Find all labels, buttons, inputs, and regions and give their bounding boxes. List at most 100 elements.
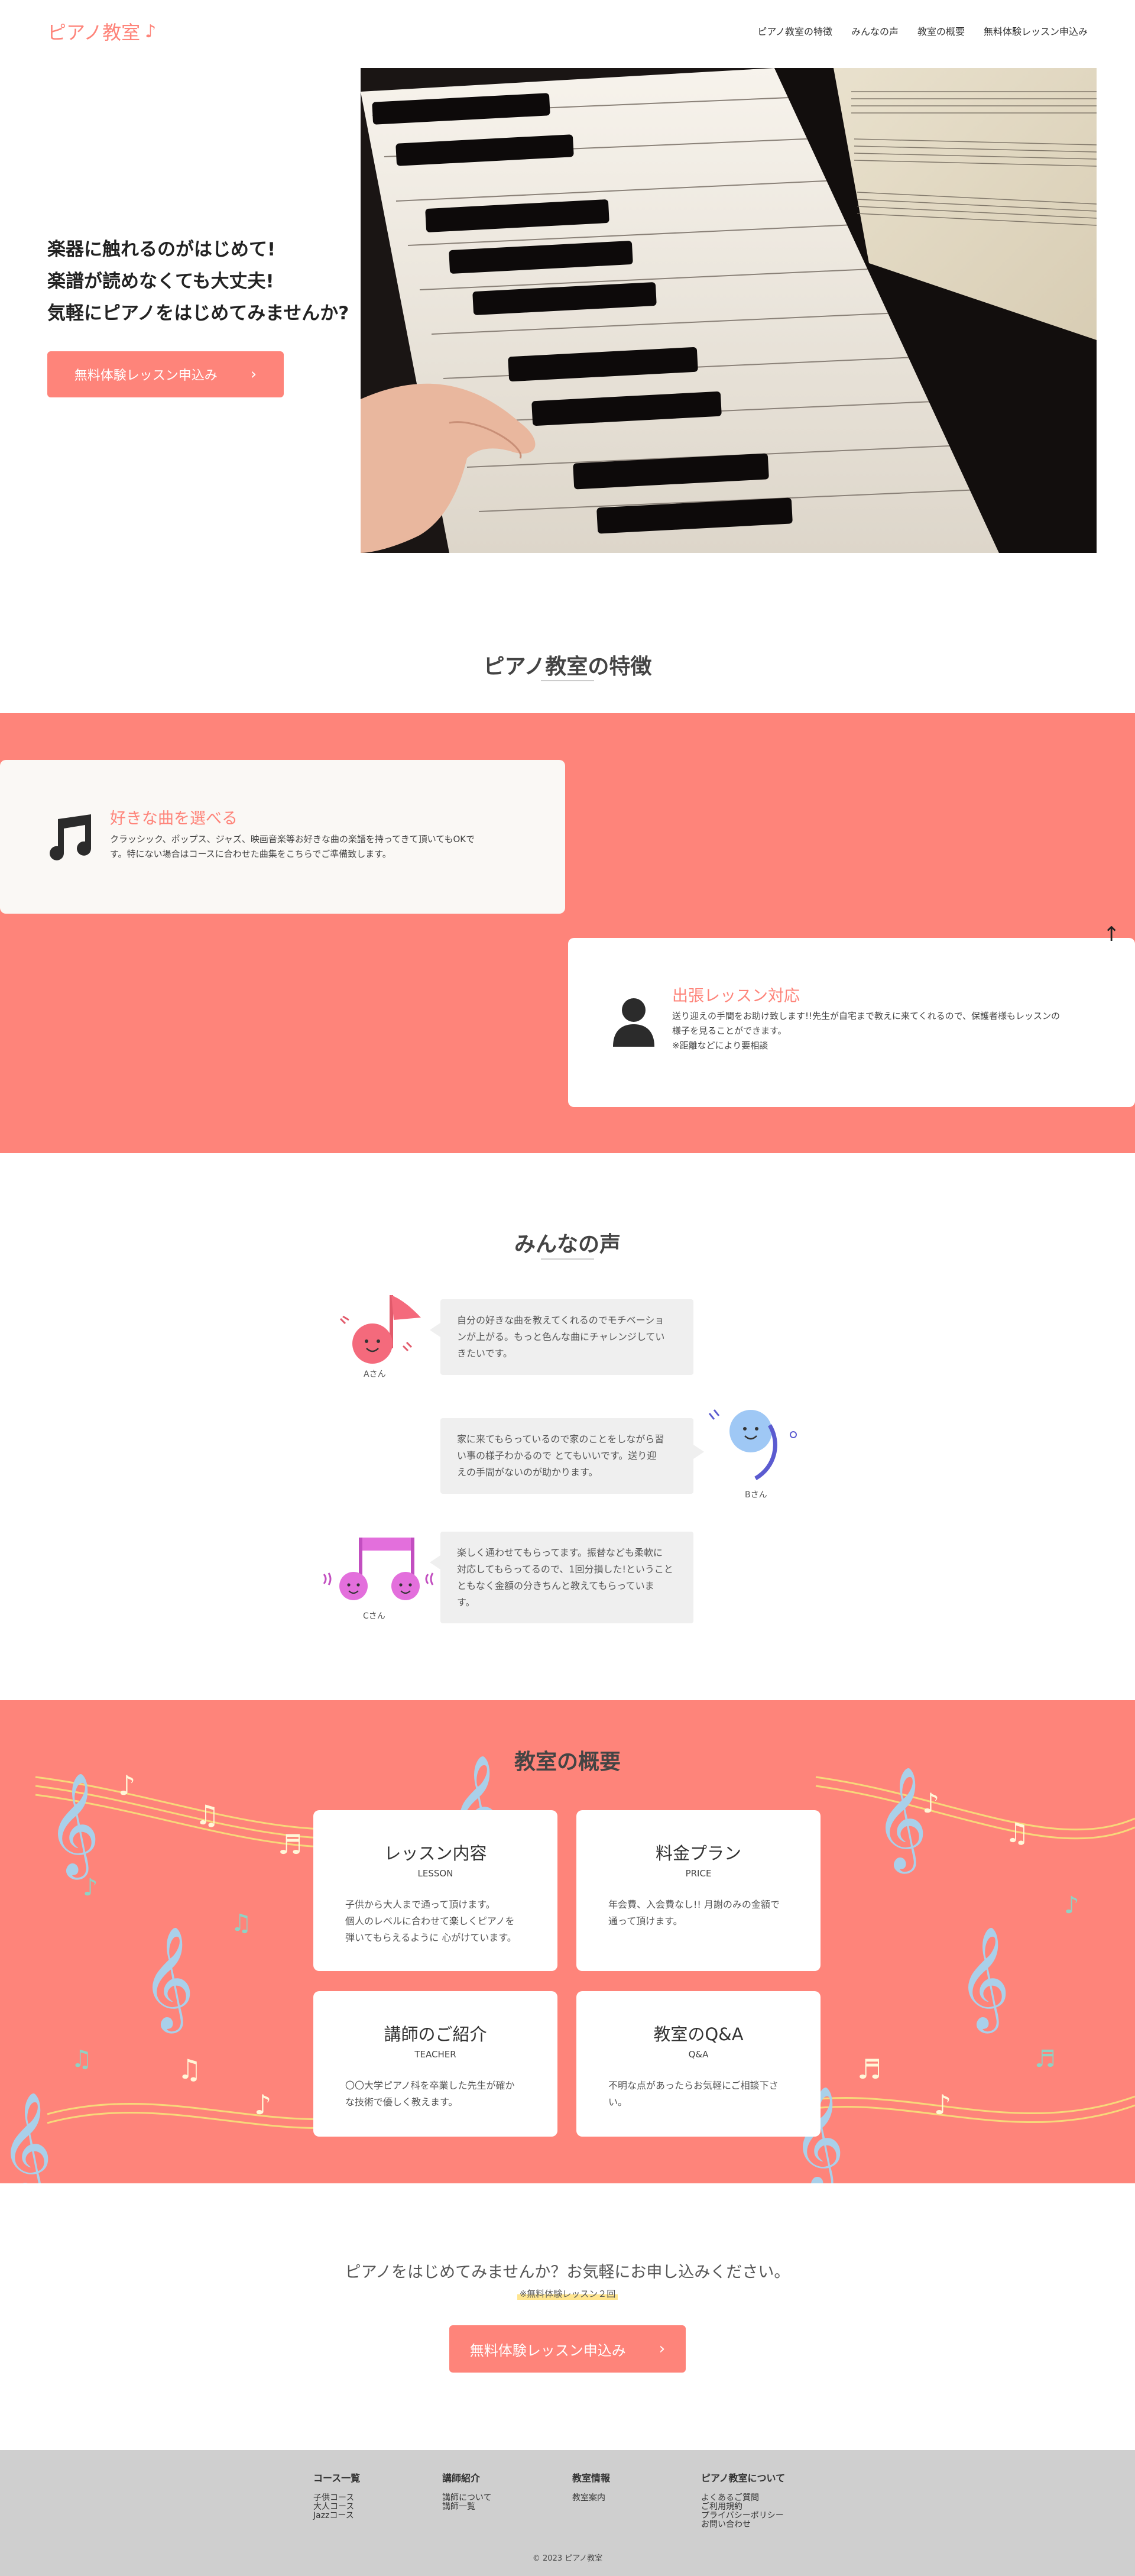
svg-text:𝄞: 𝄞 — [142, 1926, 194, 2034]
card-text: 〇〇大学ピアノ科を卒業した先生が確か な技術で優しく教えます。 — [345, 2077, 526, 2111]
site-header: ピアノ教室 ♪ ピアノ教室の特徴 みんなの声 教室の概要 無料体験レッスン申込み — [0, 0, 1135, 59]
feature-description: 送り迎えの手間をお助け致します!!先生が自宅まで教えに来てくれるので、保護者様も… — [672, 1009, 1060, 1053]
cta-heading: ピアノをはじめてみませんか？お気軽にお申し込みください。 — [345, 2263, 790, 2281]
voice-bubble: 楽しく通わせてもらってます。振替なども柔軟に 対応してもらってるので、1回分損し… — [430, 1532, 693, 1623]
svg-text:♪: ♪ — [1064, 1892, 1079, 1919]
feature-desc-line: ※距離などにより要相談 — [672, 1040, 768, 1051]
card-line: 不明な点があったらお気軽にご相談下さ — [608, 2080, 779, 2091]
cta-note: ※無料体験レッスン２回 — [517, 2287, 618, 2300]
voice-line: 家に来てもらっているので家のことをしながら習 — [457, 1433, 664, 1445]
svg-text:♫: ♫ — [1005, 1817, 1029, 1849]
svg-text:♪: ♪ — [254, 2089, 271, 2121]
footer-heading: 講師紹介 — [442, 2473, 481, 2484]
voices-title-underline — [541, 1258, 594, 1260]
card-line: 〇〇大学ピアノ科を卒業した先生が確か — [345, 2080, 515, 2091]
voice-b-avatar — [703, 1402, 798, 1493]
svg-text:𝄞: 𝄞 — [0, 2092, 53, 2183]
svg-text:𝄞: 𝄞 — [958, 1926, 1010, 2034]
footer-link[interactable]: よくあるご質問 — [701, 2494, 785, 2503]
svg-text:♫: ♫ — [177, 2053, 202, 2085]
footer-link[interactable]: お問い合わせ — [701, 2520, 785, 2529]
music-note-icon: ♪ — [145, 21, 157, 42]
voice-bubble: 自分の好きな曲を教えてくれるのでモチベーショ ンが上がる。もっと色んな曲にチャレ… — [430, 1299, 693, 1375]
nav-link-trial[interactable]: 無料体験レッスン申込み — [984, 24, 1088, 38]
card-line: な技術で優しく教えます。 — [345, 2096, 458, 2108]
voice-line: えの手間がないのが助かります。 — [457, 1467, 598, 1478]
feature-title: 出張レッスン対応 — [672, 987, 800, 1005]
voice-line: きたいです。 — [457, 1348, 513, 1359]
card-line: 子供から大人まで通って頂けます。 — [345, 1899, 495, 1910]
hero-trial-button-label: 無料体験レッスン申込み — [74, 368, 218, 383]
feature-card: 好きな曲を選べる クラッシック、ポップス、ジャズ、映画音楽等お好きな曲の楽譜を持… — [0, 760, 565, 914]
card-subtitle: TEACHER — [414, 2049, 456, 2060]
chevron-right-icon: › — [250, 365, 257, 383]
card-title: 料金プラン — [655, 1843, 741, 1863]
voices-title: みんなの声 — [514, 1232, 621, 1257]
overview-card-teacher: 講師のご紹介 TEACHER 〇〇大学ピアノ科を卒業した先生が確か な技術で優し… — [313, 1991, 557, 2137]
voice-c-avatar — [319, 1532, 437, 1611]
features-section: 好きな曲を選べる クラッシック、ポップス、ジャズ、映画音楽等お好きな曲の楽譜を持… — [0, 713, 1135, 1153]
svg-text:♫: ♫ — [231, 1910, 252, 1937]
features-title: ピアノ教室の特徴 — [483, 655, 652, 679]
site-footer: コース一覧 子供コース 大人コース Jazzコース 講師紹介 講師について 講師… — [0, 2450, 1135, 2576]
card-line: 個人のレベルに合わせて楽しくピアノを — [345, 1915, 515, 1927]
music-note-icon — [44, 814, 93, 864]
svg-text:𝄞: 𝄞 — [47, 1772, 100, 1880]
hero-heading: 楽器に触れるのがはじめて! 楽譜が読めなくても大丈夫! 気軽にピアノをはじめてみ… — [47, 234, 349, 329]
feature-card: 出張レッスン対応 送り迎えの手間をお助け致します!!先生が自宅まで教えに来てくれ… — [568, 938, 1135, 1107]
feature-desc-line: 送り迎えの手間をお助け致します!!先生が自宅まで教えに来てくれるので、保護者様も… — [672, 1011, 1060, 1021]
footer-heading: コース一覧 — [313, 2473, 361, 2484]
svg-text:♬: ♬ — [278, 1829, 302, 1860]
voice-line: す。 — [457, 1597, 475, 1608]
arrow-up-icon[interactable]: ↑ — [1103, 923, 1120, 946]
footer-link[interactable]: 教室案内 — [572, 2494, 610, 2503]
nav-link-voices[interactable]: みんなの声 — [851, 24, 899, 38]
footer-link[interactable]: 子供コース — [313, 2494, 360, 2503]
voice-bubble: 家に来てもらっているので家のことをしながら習 い事の様子わかるので とてもいいで… — [440, 1418, 704, 1494]
footer-heading: ピアノ教室について — [701, 2473, 786, 2484]
card-text: 不明な点があったらお気軽にご相談下さ い。 — [608, 2077, 789, 2111]
svg-text:♪: ♪ — [83, 1874, 98, 1901]
svg-text:♫: ♫ — [195, 1799, 219, 1831]
cta-trial-button[interactable]: 無料体験レッスン申込み › — [449, 2325, 686, 2373]
main-nav: ピアノ教室の特徴 みんなの声 教室の概要 無料体験レッスン申込み — [757, 24, 1088, 38]
footer-link[interactable]: 講師について — [442, 2494, 492, 2503]
footer-link[interactable]: プライバシーポリシー — [701, 2512, 785, 2520]
overview-card-qa: 教室のQ&A Q&A 不明な点があったらお気軽にご相談下さ い。 — [576, 1991, 821, 2137]
card-subtitle: Q&A — [688, 2049, 709, 2060]
feature-desc-line: クラッシック、ポップス、ジャズ、映画音楽等お好きな曲の楽譜を持ってきて頂いてもO… — [110, 834, 475, 844]
feature-title: 好きな曲を選べる — [110, 810, 238, 828]
smiling-double-note-icon — [323, 1538, 434, 1600]
nav-link-features[interactable]: ピアノ教室の特徴 — [757, 24, 832, 38]
voice-line: ともなく金額の分きちんと教えてもらっていま — [457, 1580, 654, 1591]
svg-text:𝄞: 𝄞 — [875, 1766, 928, 1874]
features-title-underline — [541, 680, 594, 681]
footer-col-info: 教室情報 教室案内 — [572, 2470, 610, 2503]
feature-description: クラッシック、ポップス、ジャズ、映画音楽等お好きな曲の楽譜を持ってきて頂いてもO… — [110, 832, 475, 862]
footer-link[interactable]: 講師一覧 — [442, 2503, 492, 2512]
footer-link[interactable]: Jazzコース — [313, 2512, 360, 2520]
card-subtitle: PRICE — [685, 1868, 712, 1879]
footer-link[interactable]: 大人コース — [313, 2503, 360, 2512]
hero-line: 楽譜が読めなくても大丈夫! — [47, 271, 274, 292]
card-title: レッスン内容 — [384, 1843, 487, 1863]
hero-line: 楽器に触れるのがはじめて! — [47, 239, 276, 260]
hero-trial-button[interactable]: 無料体験レッスン申込み › — [47, 351, 284, 397]
card-line: 通って頂けます。 — [608, 1915, 683, 1927]
site-logo[interactable]: ピアノ教室 ♪ — [47, 18, 156, 45]
svg-text:♬: ♬ — [857, 2053, 881, 2085]
footer-link[interactable]: ご利用規約 — [701, 2503, 785, 2512]
footer-col-teachers: 講師紹介 講師について 講師一覧 — [442, 2470, 492, 2512]
nav-link-overview[interactable]: 教室の概要 — [917, 24, 965, 38]
card-line: 弾いてもらえるように 心がけています。 — [345, 1932, 517, 1943]
voice-name: Cさん — [363, 1611, 385, 1621]
card-subtitle: LESSON — [417, 1868, 453, 1879]
person-icon — [612, 997, 656, 1049]
footer-heading: 教室情報 — [572, 2473, 611, 2484]
piano-keys-photo — [361, 68, 1097, 553]
card-line: い。 — [608, 2096, 628, 2108]
footer-col-about: ピアノ教室について よくあるご質問 ご利用規約 プライバシーポリシー お問い合わ… — [701, 2470, 785, 2529]
card-text: 年会費、入会費なし!! 月謝のみの金額で 通って頂けます。 — [608, 1897, 789, 1930]
svg-text:♪: ♪ — [934, 2089, 951, 2121]
voice-line: い事の様子わかるので とてもいいです。送り迎 — [457, 1450, 657, 1461]
